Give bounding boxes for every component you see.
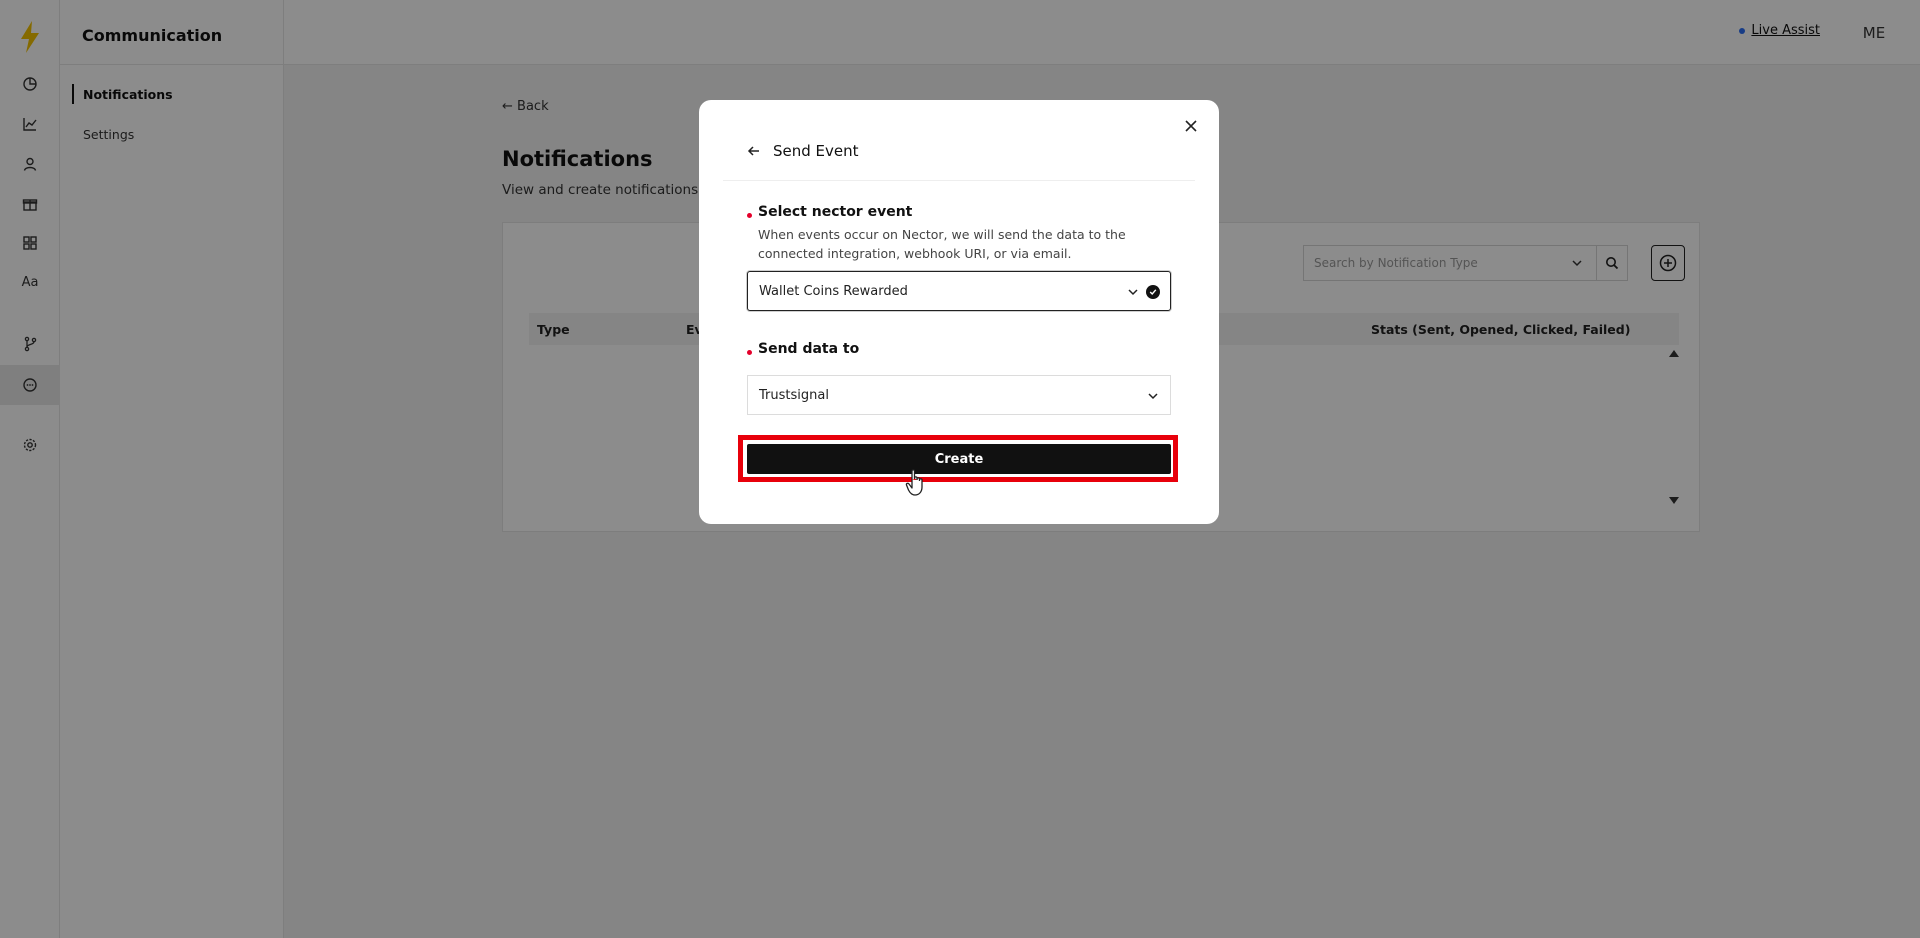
create-button[interactable]: Create	[747, 444, 1171, 474]
close-icon	[1185, 120, 1197, 132]
nector-event-description: When events occur on Nector, we will sen…	[758, 227, 1126, 261]
check-circle-icon	[1146, 285, 1160, 299]
close-button[interactable]	[1181, 116, 1201, 136]
send-data-to-label: Send data to	[758, 341, 860, 357]
hand-cursor-icon	[905, 469, 923, 496]
nector-event-label: Select nector event	[758, 204, 913, 220]
send-data-to-select[interactable]: Trustsignal	[747, 375, 1171, 415]
send-event-modal: Send Event Select nector event When even…	[699, 100, 1219, 524]
nector-event-select[interactable]: Wallet Coins Rewarded	[747, 271, 1171, 311]
nector-event-value: Wallet Coins Rewarded	[759, 283, 908, 299]
modal-header-divider	[723, 180, 1195, 181]
required-indicator	[747, 213, 752, 218]
modal-header: Send Event	[747, 142, 859, 160]
chevron-down-icon	[1148, 393, 1158, 400]
back-arrow-icon[interactable]	[747, 144, 761, 158]
modal-title: Send Event	[773, 142, 859, 160]
send-data-to-value: Trustsignal	[759, 387, 829, 403]
chevron-down-icon	[1128, 289, 1138, 296]
required-indicator	[747, 350, 752, 355]
